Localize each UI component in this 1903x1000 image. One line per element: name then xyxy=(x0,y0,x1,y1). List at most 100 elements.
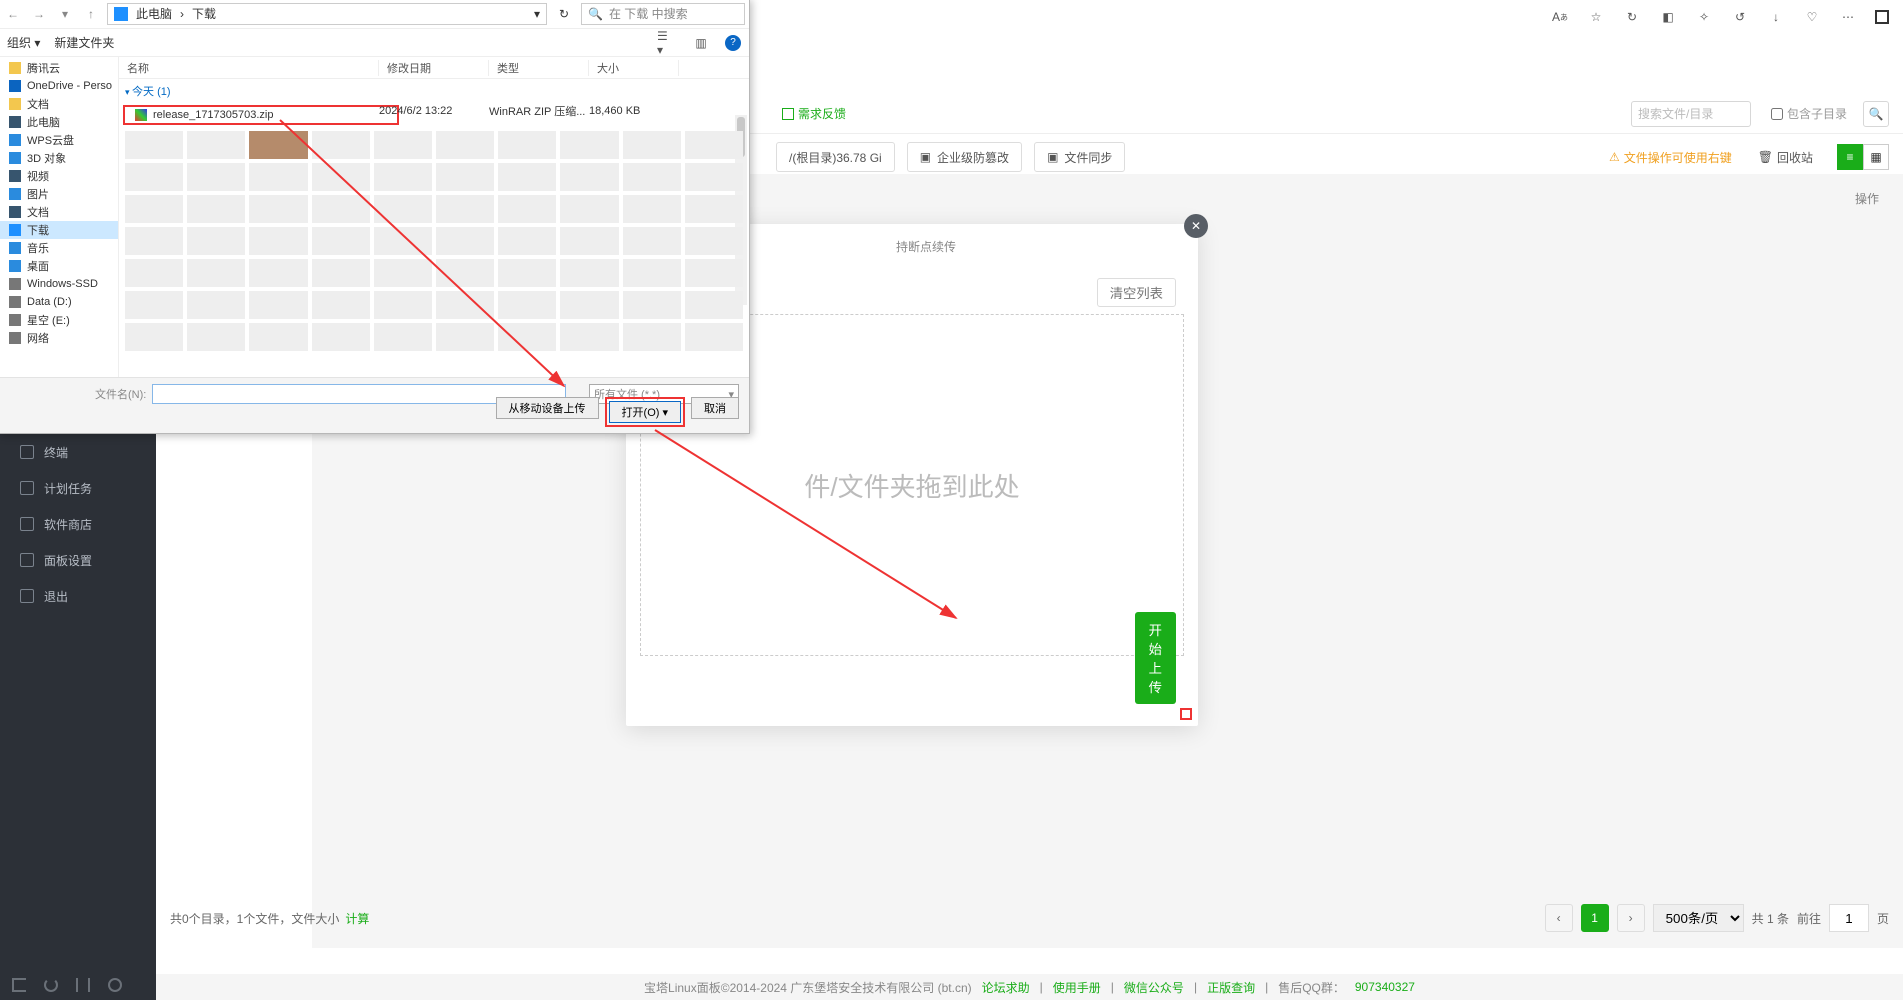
root-dir-button[interactable]: /(根目录)36.78 Gi xyxy=(776,142,895,172)
footer-manual[interactable]: 使用手册 xyxy=(1053,979,1101,996)
power-icon[interactable] xyxy=(108,978,122,992)
picker-refresh-icon[interactable]: ↻ xyxy=(553,3,575,25)
col-size[interactable]: 大小 xyxy=(589,60,679,76)
tree-label: 此电脑 xyxy=(27,114,60,130)
tree-node[interactable]: 腾讯云 xyxy=(0,59,118,77)
open-button[interactable]: 打开(O) ▾ xyxy=(609,401,681,423)
file-search-input[interactable]: 搜索文件/目录 xyxy=(1631,101,1751,127)
addr-pc[interactable]: 此电脑 xyxy=(136,5,172,22)
feedback-icon xyxy=(782,108,794,120)
footer-copy: 宝塔Linux面板©2014-2024 广东堡塔安全技术有限公司 (bt.cn) xyxy=(644,979,972,996)
close-modal-button[interactable]: ✕ xyxy=(1184,214,1208,238)
browser-split-icon[interactable]: ◧ xyxy=(1659,8,1677,26)
browser-download-icon[interactable]: ↓ xyxy=(1767,8,1785,26)
picker-forward-icon[interactable]: → xyxy=(29,4,49,24)
clear-list-button[interactable]: 清空列表 xyxy=(1097,278,1176,307)
view-grid-button[interactable]: ▦ xyxy=(1863,144,1889,170)
browser-favorite-icon[interactable]: ☆ xyxy=(1587,8,1605,26)
tree-node[interactable]: 视频 xyxy=(0,167,118,185)
picker-back-icon[interactable]: ← xyxy=(3,4,23,24)
browser-history-icon[interactable]: ↺ xyxy=(1731,8,1749,26)
picker-view-icon[interactable]: ☰ ▾ xyxy=(657,33,677,53)
tree-node[interactable]: 图片 xyxy=(0,185,118,203)
picker-help-icon[interactable]: ? xyxy=(725,35,741,51)
pager-size-select[interactable]: 500条/页 xyxy=(1653,904,1744,932)
browser-favorites-icon[interactable]: ♡ xyxy=(1803,8,1821,26)
col-name[interactable]: 名称 xyxy=(119,60,379,76)
nav-settings[interactable]: 面板设置 xyxy=(0,542,156,578)
footer-wechat[interactable]: 微信公众号 xyxy=(1124,979,1184,996)
annotation-box-start: 开始上传 xyxy=(1180,708,1192,720)
footer-forum[interactable]: 论坛求助 xyxy=(982,979,1030,996)
include-subdir-check[interactable]: 包含子目录 xyxy=(1771,105,1847,122)
tree-node[interactable]: WPS云盘 xyxy=(0,131,118,149)
pager-page-1[interactable]: 1 xyxy=(1581,904,1609,932)
addr-chevron-icon[interactable]: ▾ xyxy=(534,7,540,21)
sync-button[interactable]: ▣文件同步 xyxy=(1034,142,1125,172)
tree-node[interactable]: 下载 xyxy=(0,221,118,239)
folder-icon xyxy=(9,134,21,146)
trash-icon: 🗑 xyxy=(1758,150,1773,164)
tree-node[interactable]: 文档 xyxy=(0,203,118,221)
group-today[interactable]: 今天 (1) xyxy=(119,79,749,103)
pager-total: 共 1 条 xyxy=(1752,910,1789,927)
tree-node[interactable]: 桌面 xyxy=(0,257,118,275)
file-row-meta: 2024/6/2 13:22 WinRAR ZIP 压缩... 18,460 K… xyxy=(119,101,679,121)
tamper-button[interactable]: ▣企业级防篡改 xyxy=(907,142,1022,172)
subdir-checkbox[interactable] xyxy=(1771,108,1783,120)
tree-node[interactable]: 3D 对象 xyxy=(0,149,118,167)
pager-bar: 共0个目录，1个文件，文件大小 计算 ‹ 1 › 500条/页 共 1 条 前往… xyxy=(170,904,1889,932)
tree-node[interactable]: 文档 xyxy=(0,95,118,113)
nav-terminal[interactable]: 终端 xyxy=(0,434,156,470)
mobile-upload-button[interactable]: 从移动设备上传 xyxy=(496,397,599,419)
picker-preview-icon[interactable]: ▥ xyxy=(691,33,711,53)
tree-label: 星空 (E:) xyxy=(27,312,70,328)
search-button[interactable]: 🔍 xyxy=(1863,101,1889,127)
tree-node[interactable]: 星空 (E:) xyxy=(0,311,118,329)
reload-icon[interactable] xyxy=(44,978,58,992)
folder-icon xyxy=(9,206,21,218)
view-list-button[interactable]: ≡ xyxy=(1837,144,1863,170)
browser-collections-icon[interactable]: ✧ xyxy=(1695,8,1713,26)
cancel-button[interactable]: 取消 xyxy=(691,397,739,419)
picker-up-icon[interactable]: ↑ xyxy=(81,4,101,24)
footer-qq[interactable]: 907340327 xyxy=(1355,980,1415,994)
folder-icon xyxy=(9,224,21,236)
folder-icon xyxy=(9,80,21,92)
new-folder-button[interactable]: 新建文件夹 xyxy=(54,34,114,51)
tree-node[interactable]: OneDrive - Perso xyxy=(0,77,118,95)
browser-refresh-icon[interactable]: ↻ xyxy=(1623,8,1641,26)
tree-node[interactable]: 网络 xyxy=(0,329,118,347)
browser-more-icon[interactable]: ⋯ xyxy=(1839,8,1857,26)
tree-node[interactable]: Windows-SSD xyxy=(0,275,118,293)
lang-icon[interactable] xyxy=(76,978,90,992)
nav-bottom-icons xyxy=(0,970,156,1000)
nav-cron[interactable]: 计划任务 xyxy=(0,470,156,506)
pager-prev[interactable]: ‹ xyxy=(1545,904,1573,932)
col-modified[interactable]: 修改日期 xyxy=(379,60,489,76)
tree-node[interactable]: 此电脑 xyxy=(0,113,118,131)
tree-label: 文档 xyxy=(27,204,49,220)
footer-genuine[interactable]: 正版查询 xyxy=(1207,979,1255,996)
feedback-link[interactable]: 需求反馈 xyxy=(782,105,846,122)
pager-goto-input[interactable] xyxy=(1829,904,1869,932)
picker-search-input[interactable]: 🔍在 下载 中搜索 xyxy=(581,3,745,25)
start-upload-button[interactable]: 开始上传 xyxy=(1135,612,1176,704)
collapse-icon[interactable] xyxy=(12,978,26,992)
picker-address-bar[interactable]: 此电脑› 下载 ▾ xyxy=(107,3,547,25)
col-type[interactable]: 类型 xyxy=(489,60,589,76)
organize-menu[interactable]: 组织 ▾ xyxy=(7,34,40,51)
recycle-button[interactable]: 🗑回收站 xyxy=(1758,149,1813,166)
picker-recent-icon[interactable]: ▾ xyxy=(55,4,75,24)
tree-node[interactable]: 音乐 xyxy=(0,239,118,257)
addr-downloads[interactable]: 下载 xyxy=(192,5,216,22)
footer-qq-label: 售后QQ群： xyxy=(1278,979,1345,996)
browser-app-icon[interactable] xyxy=(1875,10,1889,24)
root-label: /(根目录)36.78 Gi xyxy=(789,149,882,166)
nav-exit[interactable]: 退出 xyxy=(0,578,156,614)
nav-store[interactable]: 软件商店 xyxy=(0,506,156,542)
calc-link[interactable]: 计算 xyxy=(345,910,369,927)
tree-node[interactable]: Data (D:) xyxy=(0,293,118,311)
pager-next[interactable]: › xyxy=(1617,904,1645,932)
browser-translate-icon[interactable]: Aあ xyxy=(1551,8,1569,26)
